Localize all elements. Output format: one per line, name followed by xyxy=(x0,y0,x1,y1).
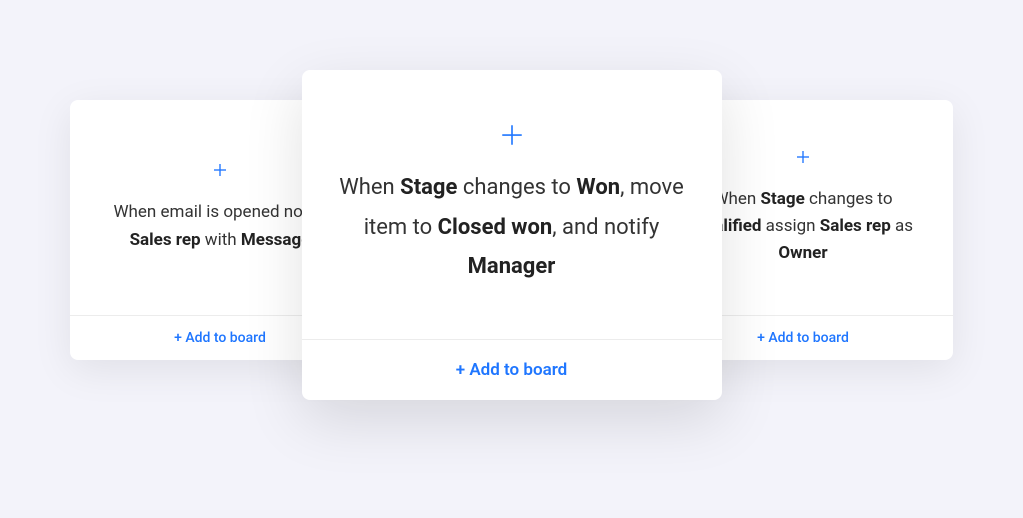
automation-card-center: When Stage changes to Won, move item to … xyxy=(302,70,722,400)
plus-icon xyxy=(211,161,229,179)
automation-description: When Stage changes to Won, move item to … xyxy=(332,168,692,287)
card-body: When Stage changes to Won, move item to … xyxy=(302,70,722,339)
card-stage: When email is opened notify Sales rep wi… xyxy=(0,0,1023,518)
plus-icon xyxy=(794,148,812,166)
add-to-board-button[interactable]: + Add to board xyxy=(302,339,722,400)
plus-icon xyxy=(499,122,525,148)
